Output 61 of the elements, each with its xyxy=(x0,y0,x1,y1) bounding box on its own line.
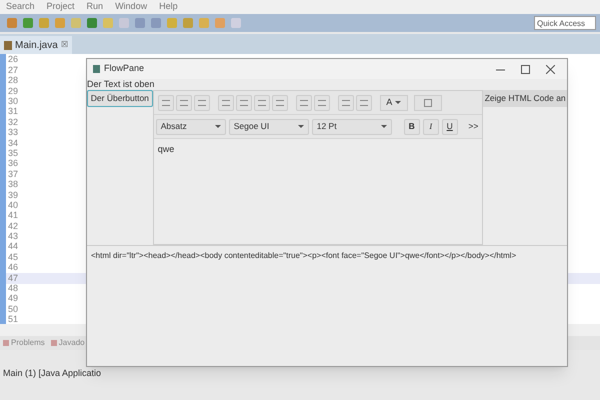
line-number: 28 xyxy=(7,74,20,88)
caret-icon xyxy=(298,125,304,128)
view-icon xyxy=(50,340,57,346)
menu-item[interactable]: Search xyxy=(6,0,35,14)
tab-label: Main.java xyxy=(15,38,58,52)
menu-item[interactable]: Window xyxy=(115,0,148,14)
editor-tab[interactable]: Main.java ☒ xyxy=(0,36,72,54)
line-number: 45 xyxy=(7,250,20,264)
font-dropdown[interactable]: Segoe UI xyxy=(228,118,309,134)
editor-content: qwe xyxy=(158,144,174,154)
console-status: Main (1) [Java Applicatio xyxy=(2,367,102,380)
overflow-button[interactable]: >> xyxy=(468,120,480,133)
bold-button[interactable]: B xyxy=(404,118,420,134)
highlight-color-picker[interactable] xyxy=(414,94,442,110)
action-button[interactable]: Der Überbutton xyxy=(87,90,153,107)
view-icon xyxy=(3,340,9,346)
maximize-icon[interactable] xyxy=(521,64,530,74)
line-number: 30 xyxy=(7,95,20,108)
text-label: Der Text ist oben xyxy=(87,79,156,90)
line-number: 46 xyxy=(7,261,20,274)
line-number: 36 xyxy=(7,157,20,170)
caret-icon xyxy=(380,125,387,128)
line-number: 39 xyxy=(7,188,20,202)
html-output: <html dir="ltr"><head></head><body contenteditable="true"><p><font face="Segoe UI">qwe</font></p></body></html> xyxy=(91,250,518,262)
line-number: 44 xyxy=(7,240,20,254)
line-number: 40 xyxy=(7,198,20,212)
line-number: 48 xyxy=(7,282,20,294)
text-color-picker[interactable]: A xyxy=(380,94,408,110)
app-icon xyxy=(93,65,100,73)
line-number: 27 xyxy=(7,64,20,76)
line-number: 37 xyxy=(7,168,20,180)
italic-button[interactable]: I xyxy=(422,118,439,134)
underline-button[interactable]: U xyxy=(442,118,458,134)
close-icon[interactable]: ☒ xyxy=(60,39,68,51)
line-number: 51 xyxy=(7,313,20,326)
line-number: 31 xyxy=(7,105,20,118)
show-html-button[interactable]: Zeige HTML Code an xyxy=(483,90,568,107)
line-number: 38 xyxy=(7,178,20,192)
line-number: 43 xyxy=(7,230,20,242)
menu-item[interactable]: Help xyxy=(159,0,178,14)
java-file-icon xyxy=(4,40,12,50)
menu-item[interactable]: Run xyxy=(86,0,104,14)
line-number: 50 xyxy=(7,302,20,316)
quick-access-field[interactable]: Quick Access xyxy=(534,16,596,30)
menu-item[interactable]: Project xyxy=(46,0,75,14)
line-number: 26 xyxy=(7,53,20,66)
line-number: 34 xyxy=(7,136,20,150)
format-dropdown[interactable]: Absatz xyxy=(156,118,226,134)
size-dropdown[interactable]: 12 Pt xyxy=(312,118,392,134)
line-number: 41 xyxy=(7,209,20,222)
line-number: 42 xyxy=(7,220,20,232)
line-number: 47 xyxy=(7,272,20,284)
line-number: 49 xyxy=(7,292,20,306)
line-number: 29 xyxy=(7,84,20,98)
caret-icon xyxy=(395,101,402,104)
window-title: FlowPane xyxy=(104,62,144,76)
line-number: 33 xyxy=(7,126,20,140)
close-icon[interactable] xyxy=(546,64,555,74)
line-number: 35 xyxy=(7,146,20,160)
line-number: 32 xyxy=(7,116,20,128)
caret-icon xyxy=(214,125,221,128)
